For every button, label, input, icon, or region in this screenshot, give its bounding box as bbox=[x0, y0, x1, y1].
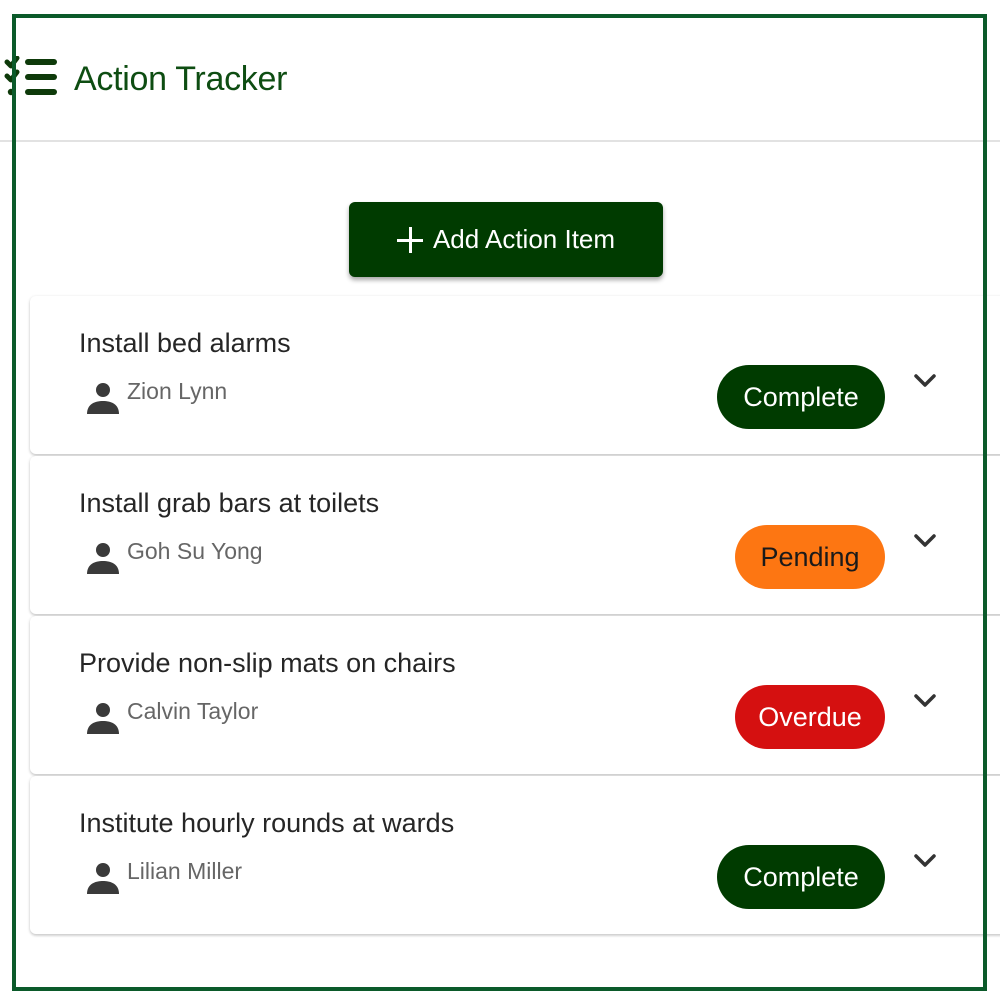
checklist-icon bbox=[4, 56, 57, 96]
action-item-assignee: Lilian Miller bbox=[127, 858, 243, 884]
person-icon bbox=[87, 383, 119, 414]
add-action-item-label: Add Action Item bbox=[432, 224, 616, 254]
chevron-down-icon[interactable] bbox=[910, 846, 940, 876]
action-item-assignee: Calvin Taylor bbox=[127, 698, 259, 724]
chevron-down-icon[interactable] bbox=[910, 526, 940, 556]
action-item-card[interactable]: Provide non-slip mats on chairs Calvin T… bbox=[30, 616, 1000, 774]
chevron-down-icon[interactable] bbox=[910, 366, 940, 396]
page-title: Action Tracker bbox=[74, 60, 288, 98]
action-item-title: Install bed alarms bbox=[79, 328, 291, 358]
status-badge[interactable]: Pending bbox=[735, 525, 885, 589]
action-item-card[interactable]: Install grab bars at toilets Goh Su Yong… bbox=[30, 456, 1000, 614]
add-action-item-button[interactable]: Add Action Item bbox=[349, 202, 663, 277]
action-item-title: Provide non-slip mats on chairs bbox=[79, 648, 456, 678]
action-item-card[interactable]: Install bed alarms Zion Lynn Complete bbox=[30, 296, 1000, 454]
person-icon bbox=[87, 543, 119, 574]
status-badge[interactable]: Complete bbox=[717, 845, 885, 909]
person-icon bbox=[87, 863, 119, 894]
action-item-assignee: Zion Lynn bbox=[127, 378, 228, 404]
chevron-down-icon[interactable] bbox=[910, 686, 940, 716]
status-badge[interactable]: Complete bbox=[717, 365, 885, 429]
action-item-card[interactable]: Institute hourly rounds at wards Lilian … bbox=[30, 776, 1000, 934]
action-item-title: Install grab bars at toilets bbox=[79, 488, 380, 518]
app-header: Action Tracker bbox=[0, 0, 1000, 142]
plus-icon bbox=[396, 226, 423, 253]
action-item-title: Institute hourly rounds at wards bbox=[79, 808, 455, 838]
person-icon bbox=[87, 703, 119, 734]
status-badge[interactable]: Overdue bbox=[735, 685, 885, 749]
action-item-assignee: Goh Su Yong bbox=[127, 538, 263, 564]
